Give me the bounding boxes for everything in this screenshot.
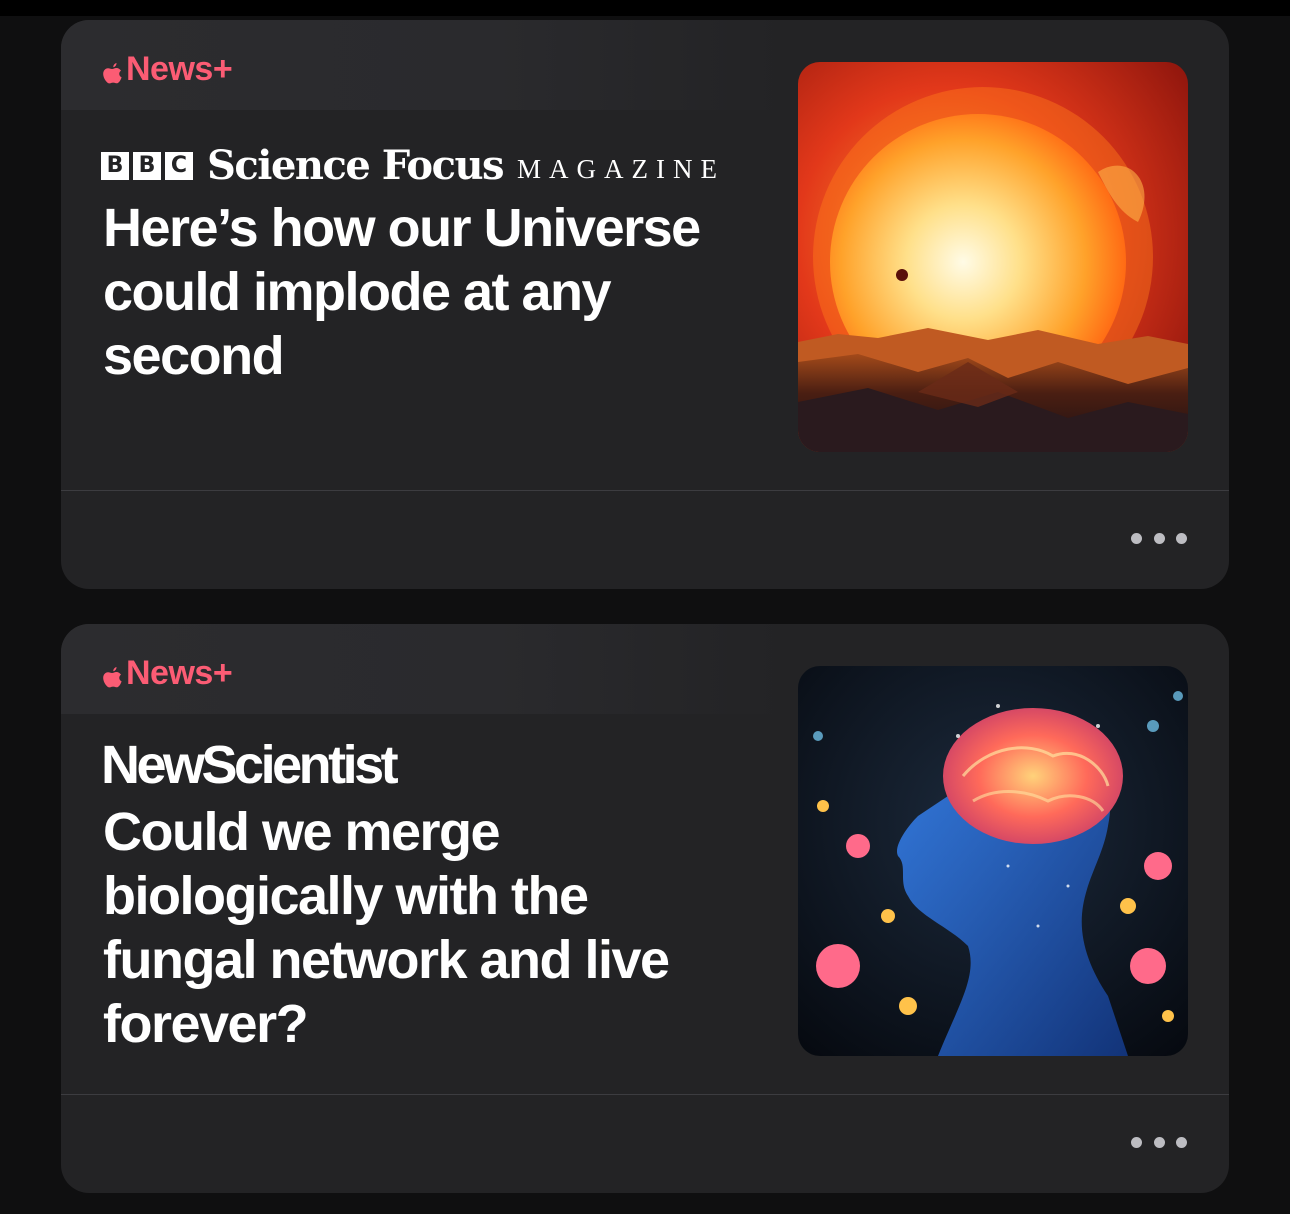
card-divider	[61, 490, 1229, 491]
bbc-logo: B B C	[101, 151, 193, 180]
news-plus-label: News+	[126, 50, 233, 88]
sun-over-alien-planet-image[interactable]	[798, 62, 1188, 452]
dot	[1153, 1136, 1165, 1148]
ellipsis-icon[interactable]	[1131, 528, 1187, 548]
bbc-letter: C	[165, 151, 193, 180]
dot	[1131, 532, 1142, 544]
publisher-title: NewScientist	[101, 735, 399, 795]
glowing-human-brain-among-flowers-image[interactable]	[798, 666, 1188, 1056]
article-headline[interactable]: Could we merge biologically with the fun…	[103, 800, 743, 1056]
article-card[interactable]: News+ NewScientist Could we merge biolog…	[61, 624, 1229, 1193]
card-divider	[61, 1094, 1229, 1095]
news-plus-badge: News+	[101, 50, 233, 89]
publisher-logo-new-scientist: NewScientist	[101, 734, 399, 796]
dot	[1176, 532, 1187, 544]
bbc-letter: B	[133, 151, 161, 180]
news-plus-label: News+	[126, 654, 233, 692]
apple-logo-icon	[101, 57, 123, 83]
dot	[1176, 1136, 1187, 1148]
dot	[1131, 1136, 1142, 1148]
ellipsis-icon[interactable]	[1131, 1132, 1187, 1152]
news-plus-badge: News+	[101, 654, 233, 693]
status-bar-edge	[0, 0, 1290, 16]
publisher-suffix: MAGAZINE	[517, 154, 726, 184]
dot	[1153, 532, 1165, 544]
apple-logo-icon	[101, 661, 123, 687]
publisher-title: Science Focus	[207, 142, 505, 189]
article-headline[interactable]: Here’s how our Universe could implode at…	[103, 196, 743, 388]
article-card[interactable]: News+ B B C Science Focus MAGAZINE Here’…	[61, 20, 1229, 589]
publisher-logo-bbc-science-focus: B B C Science Focus MAGAZINE	[101, 142, 725, 189]
bbc-letter: B	[101, 151, 129, 180]
